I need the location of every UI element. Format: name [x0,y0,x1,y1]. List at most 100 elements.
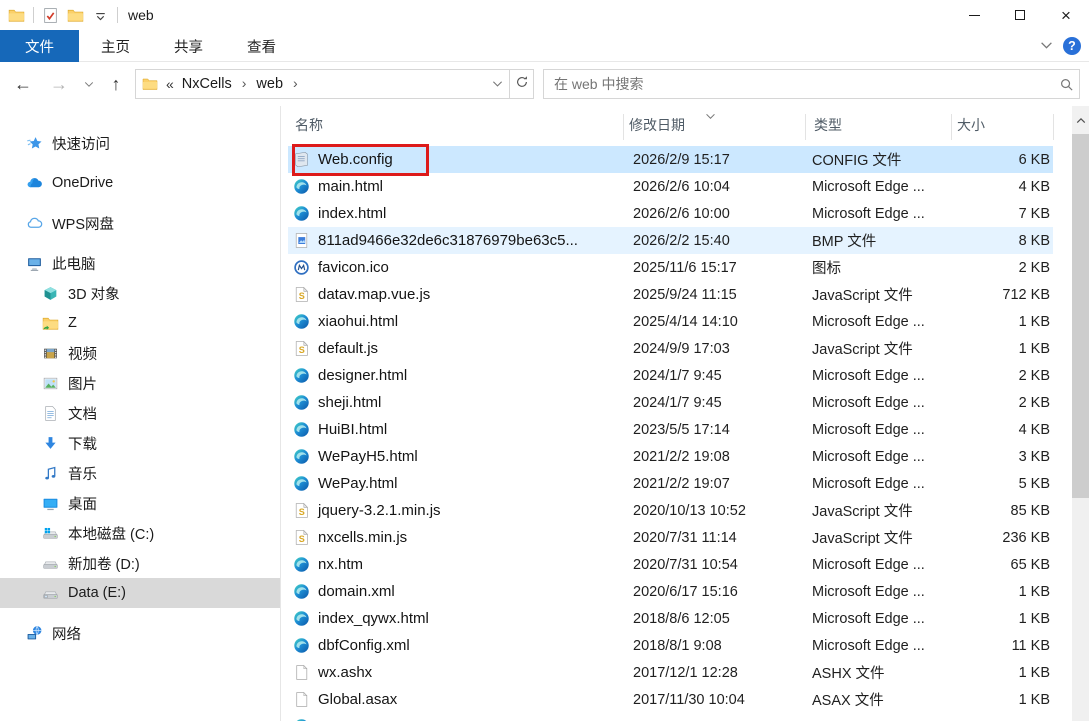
file-row[interactable]: domain.xml2020/6/17 15:16Microsoft Edge … [288,578,1053,605]
file-row[interactable] [288,713,1053,721]
sidebar-item-label: 视频 [68,343,97,364]
minimize-button[interactable] [951,0,997,30]
file-row[interactable]: Sdatav.map.vue.js2025/9/24 11:15JavaScri… [288,281,1053,308]
refresh-button[interactable] [510,69,534,99]
qat-customize-dropdown-icon[interactable] [92,7,109,24]
sidebar-item-onedrive[interactable]: OneDrive [0,168,280,198]
file-size: 2 KB [928,254,1050,281]
file-name-cell[interactable] [293,713,628,721]
forward-button[interactable]: → [44,62,74,106]
file-row[interactable]: Sdefault.js2024/9/9 17:03JavaScript 文件1 … [288,335,1053,362]
sidebar-item-网络[interactable]: 网络 [0,618,280,648]
sidebar-item-桌面[interactable]: 桌面 [0,488,280,518]
tab-共享[interactable]: 共享 [152,30,225,62]
help-button[interactable]: ? [1063,37,1081,55]
column-header-名称[interactable]: 名称 [295,115,323,135]
file-name-cell[interactable]: index_qywx.html [293,605,628,632]
column-header-修改日期[interactable]: 修改日期 [629,115,685,135]
file-name-cell[interactable]: Snxcells.min.js [293,524,628,551]
file-row[interactable]: nx.htm2020/7/31 10:54Microsoft Edge ...6… [288,551,1053,578]
sidebar-item-下载[interactable]: 下载 [0,428,280,458]
file-row[interactable]: HuiBI.html2023/5/5 17:14Microsoft Edge .… [288,416,1053,443]
up-button[interactable]: ↑ [102,62,130,106]
scroll-up-button[interactable] [1072,106,1089,134]
file-row[interactable]: Snxcells.min.js2020/7/31 11:14JavaScript… [288,524,1053,551]
recent-locations-chevron-icon[interactable] [78,62,100,106]
file-name-cell[interactable]: WePay.html [293,470,628,497]
sidebar-item-data-e[interactable]: Data (E:) [0,578,280,608]
sidebar-item-新加卷-d[interactable]: 新加卷 (D:) [0,548,280,578]
file-name-cell[interactable]: designer.html [293,362,628,389]
tab-查看[interactable]: 查看 [225,30,298,62]
file-name-cell[interactable]: WePayH5.html [293,443,628,470]
tab-主页[interactable]: 主页 [79,30,152,62]
tab-文件[interactable]: 文件 [0,30,79,62]
file-row[interactable]: dbfConfig.xml2018/8/1 9:08Microsoft Edge… [288,632,1053,659]
file-name-cell[interactable]: Sdefault.js [293,335,628,362]
sidebar-item-wps网盘[interactable]: WPS网盘 [0,208,280,238]
file-name-cell[interactable]: domain.xml [293,578,628,605]
file-name-cell[interactable]: main.html [293,173,628,200]
sidebar-item-此电脑[interactable]: 此电脑 [0,248,280,278]
address-dropdown-chevron-icon[interactable] [492,75,503,93]
column-divider [623,114,624,140]
file-row[interactable]: Sjquery-3.2.1.min.js2020/10/13 10:52Java… [288,497,1053,524]
file-name-cell[interactable]: xiaohui.html [293,308,628,335]
file-row[interactable]: xiaohui.html2025/4/14 14:10Microsoft Edg… [288,308,1053,335]
close-icon: × [1061,7,1071,24]
file-name-cell[interactable]: Sdatav.map.vue.js [293,281,628,308]
maximize-button[interactable] [997,0,1043,30]
sidebar-item-音乐[interactable]: 音乐 [0,458,280,488]
file-name: dbfConfig.xml [318,637,410,654]
file-name-cell[interactable]: Global.asax [293,686,628,713]
file-row[interactable]: sheji.html2024/1/7 9:45Microsoft Edge ..… [288,389,1053,416]
file-row[interactable]: WePayH5.html2021/2/2 19:08Microsoft Edge… [288,443,1053,470]
file-name-cell[interactable]: wx.ashx [293,659,628,686]
vertical-scrollbar[interactable] [1072,106,1089,721]
file-row[interactable]: WePay.html2021/2/2 19:07Microsoft Edge .… [288,470,1053,497]
sidebar-item-3d-对象[interactable]: 3D 对象 [0,278,280,308]
file-name-cell[interactable]: 811ad9466e32de6c31876979be63c5... [293,227,628,254]
sidebar-item-label: Data (E:) [68,585,126,601]
sidebar-item-图片[interactable]: 图片 [0,368,280,398]
search-icon[interactable] [1053,77,1079,92]
file-name-cell[interactable]: dbfConfig.xml [293,632,628,659]
file-row[interactable]: favicon.ico2025/11/6 15:17图标2 KB [288,254,1053,281]
file-size: 712 KB [928,281,1050,308]
scrollbar-thumb[interactable] [1072,134,1089,498]
search-box[interactable] [543,69,1080,99]
file-name-cell[interactable]: Sjquery-3.2.1.min.js [293,497,628,524]
file-row[interactable]: 811ad9466e32de6c31876979be63c5...2026/2/… [288,227,1053,254]
file-name-cell[interactable]: nx.htm [293,551,628,578]
file-name-cell[interactable]: sheji.html [293,389,628,416]
column-header-类型[interactable]: 类型 [814,115,842,135]
close-button[interactable]: × [1043,0,1089,30]
search-input[interactable] [544,76,1053,92]
sidebar-item-快速访问[interactable]: 快速访问 [0,128,280,158]
sidebar-item-视频[interactable]: 视频 [0,338,280,368]
breadcrumb-segment[interactable]: NxCells [180,76,234,92]
sidebar-item-本地磁盘-c[interactable]: 本地磁盘 (C:) [0,518,280,548]
file-name: nx.htm [318,556,363,573]
sidebar-item-z[interactable]: Z [0,308,280,338]
back-button[interactable]: ← [8,62,38,106]
file-name: WePayH5.html [318,448,418,465]
file-row[interactable]: wx.ashx2017/12/1 12:28ASHX 文件1 KB [288,659,1053,686]
qat-properties-icon[interactable] [42,7,59,24]
file-row[interactable]: index_qywx.html2018/8/6 12:05Microsoft E… [288,605,1053,632]
ribbon-collapse-chevron-icon[interactable] [1040,37,1053,55]
breadcrumb-segment[interactable]: web [254,76,285,92]
file-name-cell[interactable]: favicon.ico [293,254,628,281]
column-header-大小[interactable]: 大小 [957,115,985,135]
file-row[interactable]: main.html2026/2/6 10:04Microsoft Edge ..… [288,173,1053,200]
qat-new-folder-icon[interactable] [67,7,84,24]
file-row[interactable]: designer.html2024/1/7 9:45Microsoft Edge… [288,362,1053,389]
address-bar[interactable]: « NxCells›web› [135,69,510,99]
file-size: 4 KB [928,416,1050,443]
file-row[interactable]: Global.asax2017/11/30 10:04ASAX 文件1 KB [288,686,1053,713]
file-name-cell[interactable]: HuiBI.html [293,416,628,443]
network-icon [26,625,43,642]
file-name-cell[interactable]: index.html [293,200,628,227]
sidebar-item-文档[interactable]: 文档 [0,398,280,428]
file-row[interactable]: index.html2026/2/6 10:00Microsoft Edge .… [288,200,1053,227]
